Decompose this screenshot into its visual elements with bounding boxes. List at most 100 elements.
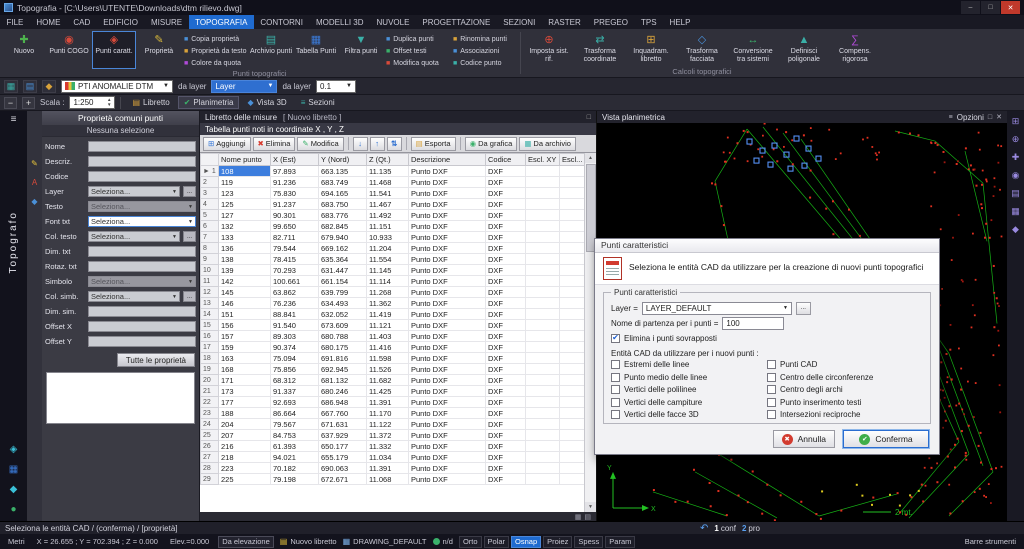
- table-row[interactable]: 8 136 79.544 669.162 11.204 Punto DXF DXF: [200, 242, 586, 254]
- toggle-osnap[interactable]: Osnap: [511, 535, 542, 548]
- ribbon-button-nuovo[interactable]: ✚ Nuovo: [2, 31, 46, 69]
- table-row[interactable]: 15 156 91.540 673.609 11.121 Punto DXF DXF: [200, 319, 586, 331]
- menu-item-modelli-3d[interactable]: MODELLI 3D: [309, 15, 370, 29]
- table-row[interactable]: 3 123 75.830 694.165 11.541 Punto DXF DXF: [200, 187, 586, 199]
- table-row[interactable]: 28 223 70.182 690.063 11.391 Punto DXF DXF: [200, 462, 586, 474]
- sort-ascending-icon[interactable]: ↓: [352, 136, 368, 151]
- table-row[interactable]: 13 146 76.236 634.493 11.362 Punto DXF DXF: [200, 297, 586, 309]
- da-archivio-button[interactable]: ▦ Da archivio: [519, 136, 576, 151]
- pin-panel-icon[interactable]: □: [988, 114, 992, 121]
- view-menu-icon[interactable]: ≡: [949, 114, 953, 121]
- column-header-z-qt[interactable]: Z (Qt.): [366, 153, 409, 166]
- toggle-spess[interactable]: Spess: [574, 535, 604, 548]
- maximize-panel-icon[interactable]: □: [587, 114, 591, 121]
- column-header-escl-xy[interactable]: Escl. XY: [525, 153, 560, 166]
- zoom-in-icon[interactable]: +: [22, 96, 35, 109]
- edit-properties-icon[interactable]: ✎: [31, 159, 38, 168]
- field-input-rotaz-txt[interactable]: [88, 261, 196, 272]
- pan-icon[interactable]: ✚: [1012, 152, 1020, 163]
- table-row[interactable]: ► 1 108 97.893 663.135 11.135 Punto DXF DXF: [200, 165, 586, 177]
- sort-numeric-icon[interactable]: ⇅: [386, 136, 402, 151]
- start-name-input[interactable]: 100: [722, 316, 785, 330]
- layer-select-combo[interactable]: Layer ▼: [211, 79, 278, 93]
- table-row[interactable]: 29 225 79.198 672.671 11.068 Punto DXF DXF: [200, 473, 586, 485]
- close-button[interactable]: ✕: [1001, 1, 1020, 14]
- table-row[interactable]: 21 173 91.337 680.246 11.425 Punto DXF DXF: [200, 385, 586, 397]
- zoom-window-icon[interactable]: ⊞: [1012, 116, 1020, 127]
- ribbon-button-associazioni[interactable]: ■ Associazioni: [451, 46, 517, 57]
- da-elevazione-button[interactable]: Da elevazione: [218, 535, 274, 548]
- view-tab-planimetria[interactable]: ✔ Planimetria: [177, 96, 240, 109]
- toggle-polar[interactable]: Polar: [483, 535, 510, 548]
- toggle-param[interactable]: Param: [605, 535, 636, 548]
- view-tab-sezioni[interactable]: ≡ Sezioni: [295, 96, 341, 109]
- table-row[interactable]: 24 204 79.567 671.631 11.122 Punto DXF DXF: [200, 418, 586, 430]
- layer-manager-icon[interactable]: ▤: [23, 79, 37, 93]
- table-row[interactable]: 7 133 82.711 679.940 10.933 Punto DXF DXF: [200, 231, 586, 243]
- table-row[interactable]: 16 157 89.303 680.788 11.403 Punto DXF DXF: [200, 330, 586, 342]
- ribbon-button-propriet[interactable]: ✎ Proprietà: [137, 31, 181, 69]
- table-row[interactable]: 10 139 70.293 631.447 11.145 Punto DXF DXF: [200, 264, 586, 276]
- ribbon-button-modifica-quota[interactable]: ■ Modifica quota: [384, 58, 450, 69]
- annulla-button[interactable]: ✖ Annulla: [772, 430, 835, 448]
- view-tab-libretto[interactable]: ▤ Libretto: [126, 96, 175, 109]
- ribbon-button-duplica-punti[interactable]: ■ Duplica punti: [384, 34, 450, 45]
- ribbon-button-trasforma-facciata[interactable]: ◇ Trasforma facciata: [677, 31, 727, 67]
- zoom-out-icon[interactable]: −: [4, 96, 17, 109]
- settings-tool-icon[interactable]: ●: [9, 504, 18, 515]
- checkbox-vertici-delle-polilinee[interactable]: Vertici delle polilinee: [611, 384, 767, 397]
- field-combo-layer[interactable]: Seleziona... ▼: [88, 186, 180, 197]
- field-combo-col-testo[interactable]: Seleziona... ▼: [88, 231, 180, 242]
- points-layer-icon[interactable]: ▦: [4, 79, 18, 93]
- menu-item-file[interactable]: FILE: [0, 15, 30, 29]
- column-header-x-est[interactable]: X (Est): [270, 153, 319, 166]
- field-input-codice[interactable]: [88, 171, 196, 182]
- browse-button-col-simb[interactable]: ...: [183, 291, 196, 302]
- da-grafica-button[interactable]: ◉ Da grafica: [464, 136, 518, 151]
- menu-item-contorni[interactable]: CONTORNI: [254, 15, 310, 29]
- column-header-y-nord[interactable]: Y (Nord): [318, 153, 367, 166]
- ribbon-button-inquadram-libretto[interactable]: ⊞ Inquadram. libretto: [626, 31, 676, 67]
- hamburger-menu-icon[interactable]: ≡: [11, 114, 17, 125]
- field-combo-simbolo[interactable]: Seleziona... ▼: [88, 276, 196, 287]
- menu-item-tps[interactable]: TPS: [634, 15, 663, 29]
- ribbon-button-tabella-punti[interactable]: ▦ Tabella Punti: [294, 31, 338, 69]
- libretto-indicator[interactable]: ▤ Nuovo libretto: [280, 537, 337, 546]
- browse-button-col-testo[interactable]: ...: [183, 231, 196, 242]
- text-properties-icon[interactable]: A: [32, 178, 37, 187]
- zoom-extents-icon[interactable]: ⊕: [1012, 134, 1020, 145]
- measure-icon[interactable]: ▤: [1011, 188, 1020, 199]
- column-header-nome-punto[interactable]: Nome punto: [218, 153, 271, 166]
- sort-descending-icon[interactable]: ↑: [369, 136, 385, 151]
- ribbon-button-filtra-punti[interactable]: ▼ Filtra punti: [339, 31, 383, 69]
- table-row[interactable]: 2 119 91.236 683.749 11.468 Punto DXF DXF: [200, 176, 586, 188]
- current-layer-indicator[interactable]: ▦ DRAWING_DEFAULT: [343, 537, 427, 546]
- points-group-combo[interactable]: PTI ANOMALIE DTM ▼: [61, 79, 173, 93]
- grid-view-icon[interactable]: ▦: [575, 513, 582, 521]
- table-row[interactable]: 4 125 91.237 683.750 11.467 Punto DXF DXF: [200, 198, 586, 210]
- points-table[interactable]: Nome punto X (Est) Y (Nord) Z (Qt.) Descrizi…: [200, 153, 586, 485]
- table-row[interactable]: 18 163 75.094 691.816 11.598 Punto DXF DXF: [200, 352, 586, 364]
- view-tab-vista-3d[interactable]: ◆ Vista 3D: [241, 96, 292, 109]
- column-header-escl[interactable]: Escl...: [559, 153, 586, 166]
- layer-combo[interactable]: LAYER_DEFAULT ▼: [641, 301, 792, 315]
- table-row[interactable]: 19 168 75.856 692.945 11.526 Punto DXF DXF: [200, 363, 586, 375]
- menu-item-topografia[interactable]: TOPOGRAFIA: [188, 15, 254, 29]
- ribbon-button-conversione-tra-sistemi[interactable]: ↔ Conversione tra sistemi: [728, 31, 778, 67]
- table-row[interactable]: 22 177 92.693 686.948 11.391 Punto DXF DXF: [200, 396, 586, 408]
- menu-item-raster[interactable]: RASTER: [542, 15, 587, 29]
- checkbox-vertici-delle-campiture[interactable]: Vertici delle campiture: [611, 396, 767, 409]
- table-row[interactable]: 27 218 94.021 655.179 11.034 Punto DXF DXF: [200, 451, 586, 463]
- table-row[interactable]: 17 159 90.374 680.175 11.416 Punto DXF DXF: [200, 341, 586, 353]
- table-row[interactable]: 12 145 63.862 639.799 11.268 Punto DXF DXF: [200, 286, 586, 298]
- toggle-proiez[interactable]: Proiez: [543, 535, 573, 548]
- table-row[interactable]: 5 127 90.301 683.776 11.492 Punto DXF DXF: [200, 209, 586, 221]
- field-input-offset-x[interactable]: [88, 321, 196, 332]
- measure-tool-icon[interactable]: ◈: [9, 444, 18, 455]
- toolbars-button[interactable]: Barre strumenti: [962, 536, 1019, 548]
- checkbox-vertici-delle-facce-3d[interactable]: Vertici delle facce 3D: [611, 409, 767, 422]
- color-palette-icon[interactable]: ◆: [42, 79, 56, 93]
- spinner-icon[interactable]: ▲ ▼: [107, 97, 111, 107]
- menu-item-help[interactable]: HELP: [663, 15, 697, 29]
- menu-item-nuvole[interactable]: NUVOLE: [370, 15, 416, 29]
